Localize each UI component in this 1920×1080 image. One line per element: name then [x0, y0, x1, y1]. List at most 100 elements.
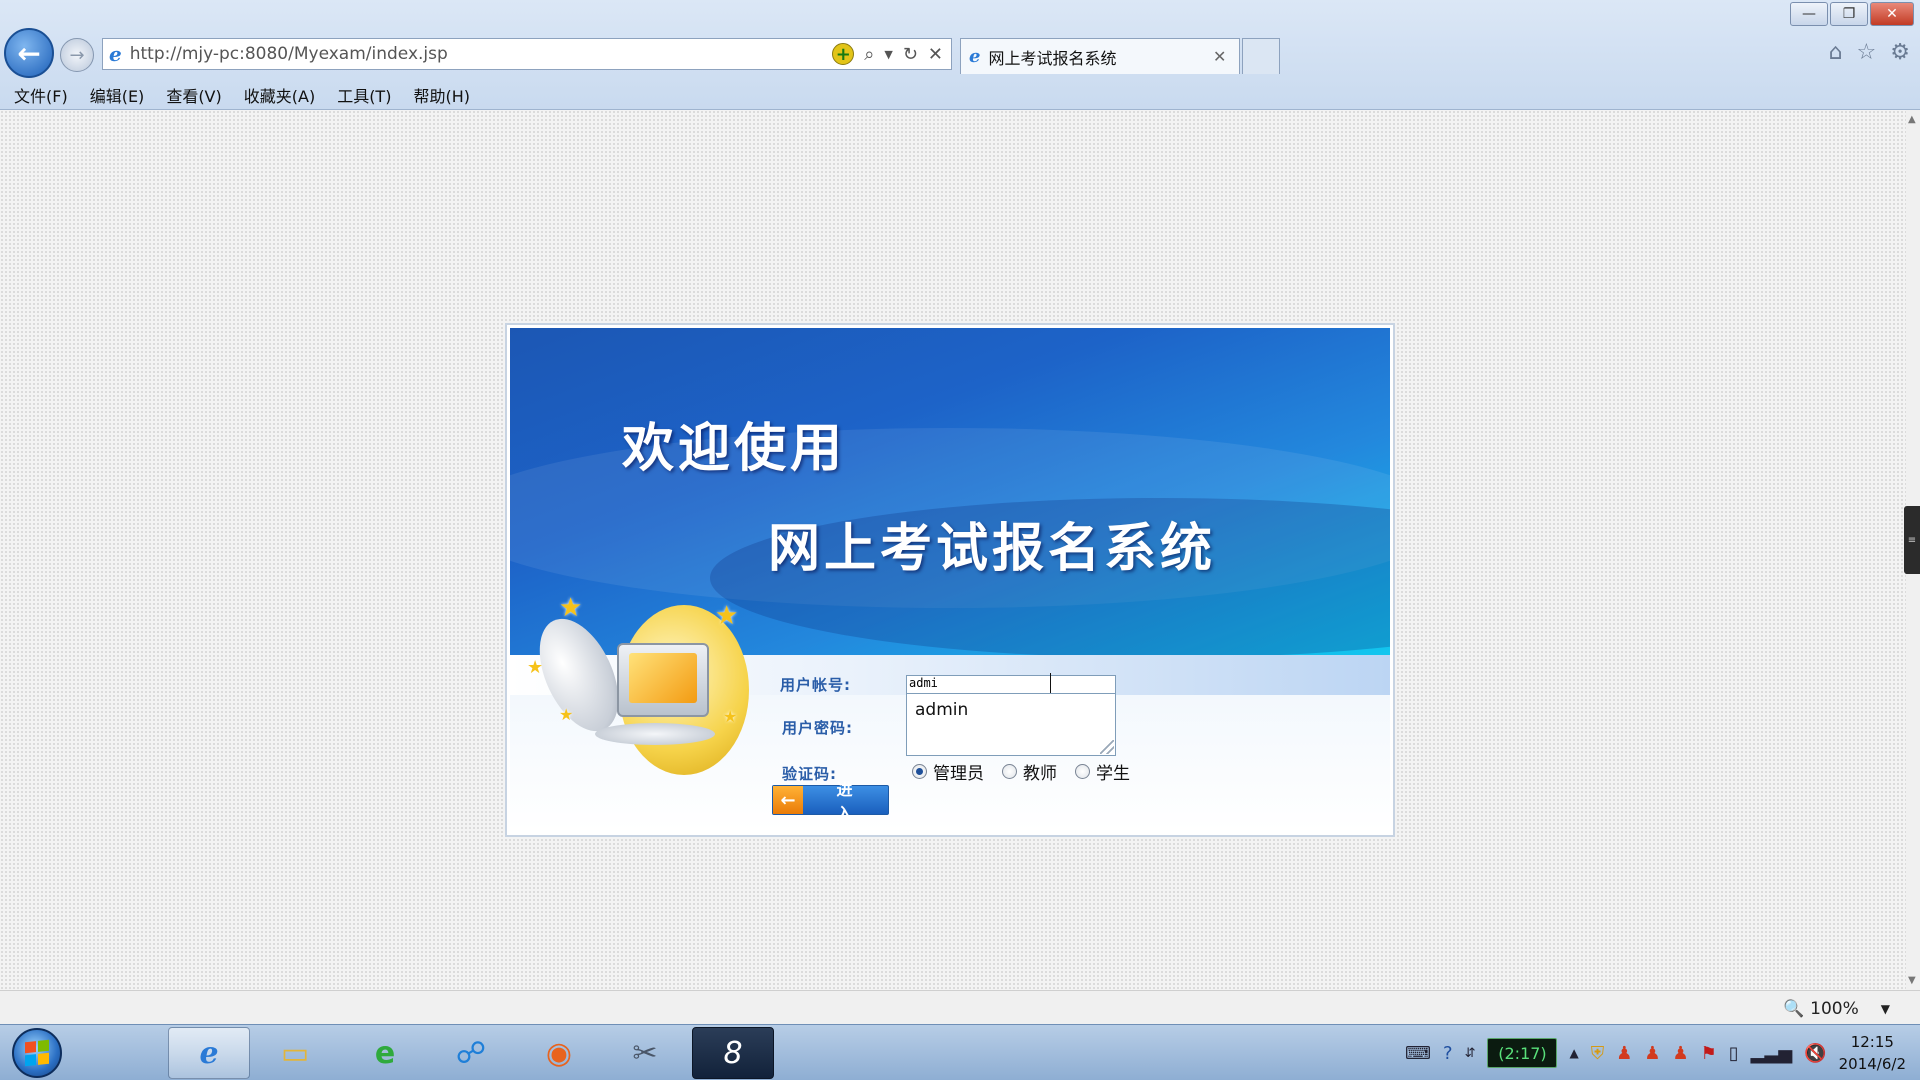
zoom-dropdown-icon[interactable]: ▼	[1881, 1002, 1890, 1016]
language-icon[interactable]: ⇵	[1465, 1046, 1476, 1061]
role-student-radio[interactable]: 学生	[1075, 759, 1130, 784]
taskbar-browser-green[interactable]: e	[344, 1027, 426, 1079]
keyboard-icon[interactable]: ⌨	[1405, 1043, 1431, 1064]
banner-system-title: 网上考试报名系统	[768, 518, 1217, 579]
compatibility-view-icon[interactable]: +	[832, 43, 855, 65]
monitor-screen	[629, 653, 697, 703]
browser-right-icons: ⌂ ☆ ⚙	[1829, 40, 1910, 65]
taskbar-recorder[interactable]: 8	[692, 1027, 774, 1079]
resize-grip-icon[interactable]	[1100, 740, 1114, 754]
banner-welcome-text: 欢迎使用	[622, 418, 847, 479]
security-shield-icon[interactable]: ⛨	[1591, 1043, 1605, 1064]
restore-button[interactable]: ❐	[1830, 2, 1868, 26]
scroll-up-icon[interactable]: ▲	[1908, 114, 1916, 125]
text-cursor	[1050, 673, 1051, 695]
search-icon[interactable]: ⌕	[864, 44, 874, 65]
recorder-app-icon: 8	[723, 1035, 743, 1071]
forward-arrow-icon: →	[69, 44, 85, 66]
taskbar-firefox[interactable]: ◉	[518, 1027, 600, 1079]
refresh-icon[interactable]: ↻	[903, 44, 918, 65]
network-app-icon: ☍	[455, 1035, 487, 1071]
home-icon[interactable]: ⌂	[1829, 40, 1843, 65]
gear-icon[interactable]: ⚙	[1890, 40, 1910, 65]
radio-unchecked-icon[interactable]	[1002, 764, 1017, 779]
menu-view[interactable]: 查看(V)	[166, 83, 221, 107]
menu-help[interactable]: 帮助(H)	[413, 83, 470, 107]
role-teacher-label: 教师	[1023, 764, 1057, 784]
back-arrow-icon: ←	[17, 36, 41, 70]
browser-chrome: — ❐ ✕ ← → e http://mjy-pc:8080/Myexam/in…	[0, 0, 1920, 110]
new-tab-button[interactable]	[1242, 38, 1280, 74]
ie-tab-icon: e	[969, 46, 981, 67]
address-url[interactable]: http://mjy-pc:8080/Myexam/index.jsp	[130, 44, 833, 64]
qq-icon[interactable]: ♟	[1672, 1043, 1688, 1064]
system-clock[interactable]: 12:15 2014/6/2	[1839, 1031, 1906, 1075]
windows-logo-icon	[25, 1039, 49, 1067]
star-icon: ★	[559, 705, 574, 724]
zoom-control[interactable]: 🔍 100% ▼	[1783, 999, 1890, 1019]
folder-icon: ▭	[280, 1035, 310, 1071]
stop-icon[interactable]: ✕	[928, 44, 943, 65]
show-hidden-icons[interactable]: ▲	[1569, 1046, 1578, 1060]
battery-icon[interactable]: ▯	[1729, 1043, 1739, 1064]
signal-icon[interactable]: ▂▃▅	[1751, 1043, 1793, 1064]
start-button[interactable]	[12, 1028, 62, 1078]
role-admin-radio[interactable]: 管理员	[912, 759, 984, 784]
back-button[interactable]: ←	[4, 28, 54, 78]
menu-file[interactable]: 文件(F)	[14, 83, 68, 107]
ie-icon: e	[109, 42, 122, 66]
user-account-label: 用户帐号:	[780, 676, 851, 694]
star-icon: ★	[527, 657, 544, 678]
user-password-label: 用户密码:	[782, 719, 853, 737]
menu-edit[interactable]: 编辑(E)	[90, 83, 145, 107]
taskbar-ie[interactable]: e	[168, 1027, 250, 1079]
autocomplete-dropdown[interactable]: admin	[906, 693, 1116, 756]
role-teacher-radio[interactable]: 教师	[1002, 759, 1057, 784]
clock-date: 2014/6/2	[1838, 1055, 1906, 1073]
window-controls: — ❐ ✕	[1790, 2, 1914, 26]
enter-button[interactable]: ← 进 入	[772, 780, 889, 823]
taskbar: e ▭ e ☍ ◉ ✂ 8 ⌨ ? ⇵ (2:17) ▲ ⛨ ♟ ♟ ♟ ⚑ ▯…	[0, 1024, 1920, 1080]
enter-button-label: 进 入	[836, 780, 867, 823]
menu-favorites[interactable]: 收藏夹(A)	[244, 83, 315, 107]
taskbar-explorer[interactable]: ▭	[254, 1027, 336, 1079]
star-icon[interactable]: ☆	[1857, 40, 1877, 65]
zoom-level: 100%	[1810, 999, 1859, 1019]
role-admin-label: 管理员	[933, 764, 984, 784]
action-center-flag-icon[interactable]: ⚑	[1701, 1043, 1717, 1064]
monitor-base	[595, 723, 715, 745]
minimize-button[interactable]: —	[1790, 2, 1828, 26]
forward-button[interactable]: →	[60, 38, 94, 72]
menu-tools[interactable]: 工具(T)	[337, 83, 391, 107]
qq-icon[interactable]: ♟	[1616, 1043, 1632, 1064]
firefox-icon: ◉	[545, 1035, 573, 1071]
side-panel-handle[interactable]: ≡	[1904, 506, 1920, 574]
green-e-browser-icon: e	[374, 1035, 396, 1071]
tab-active[interactable]: e 网上考试报名系统 ✕	[960, 38, 1240, 74]
radio-unchecked-icon[interactable]	[1075, 764, 1090, 779]
recording-timer[interactable]: (2:17)	[1487, 1038, 1558, 1068]
star-icon: ★	[559, 593, 583, 623]
address-tools: + ⌕ ▼ ↻ ✕	[832, 43, 943, 65]
help-icon[interactable]: ?	[1443, 1043, 1453, 1064]
user-account-input[interactable]: admi	[906, 675, 1116, 695]
star-icon: ★	[723, 707, 738, 726]
taskbar-snipping-tool[interactable]: ✂	[604, 1027, 686, 1079]
status-bar: 🔍 100% ▼	[0, 990, 1920, 1024]
scroll-down-icon[interactable]: ▼	[1908, 975, 1916, 986]
address-bar[interactable]: e http://mjy-pc:8080/Myexam/index.jsp + …	[102, 38, 952, 70]
satellite-monitor-illustration: ★ ★ ★ ★ ★	[519, 593, 759, 795]
close-window-button[interactable]: ✕	[1870, 2, 1914, 26]
system-tray: ⌨ ? ⇵ (2:17) ▲ ⛨ ♟ ♟ ♟ ⚑ ▯ ▂▃▅ 🔇 12:15 2…	[1405, 1025, 1920, 1080]
taskbar-network-app[interactable]: ☍	[430, 1027, 512, 1079]
volume-muted-icon[interactable]: 🔇	[1804, 1043, 1826, 1064]
role-radio-group: 管理员 教师 学生	[912, 759, 1130, 784]
tab-close-icon[interactable]: ✕	[1213, 47, 1239, 66]
radio-checked-icon[interactable]	[912, 764, 927, 779]
role-student-label: 学生	[1096, 764, 1130, 784]
autocomplete-item[interactable]: admin	[915, 700, 968, 720]
qq-icon[interactable]: ♟	[1644, 1043, 1660, 1064]
dropdown-icon[interactable]: ▼	[884, 48, 892, 61]
snipping-tool-icon: ✂	[632, 1035, 658, 1071]
monitor-icon	[617, 643, 709, 717]
